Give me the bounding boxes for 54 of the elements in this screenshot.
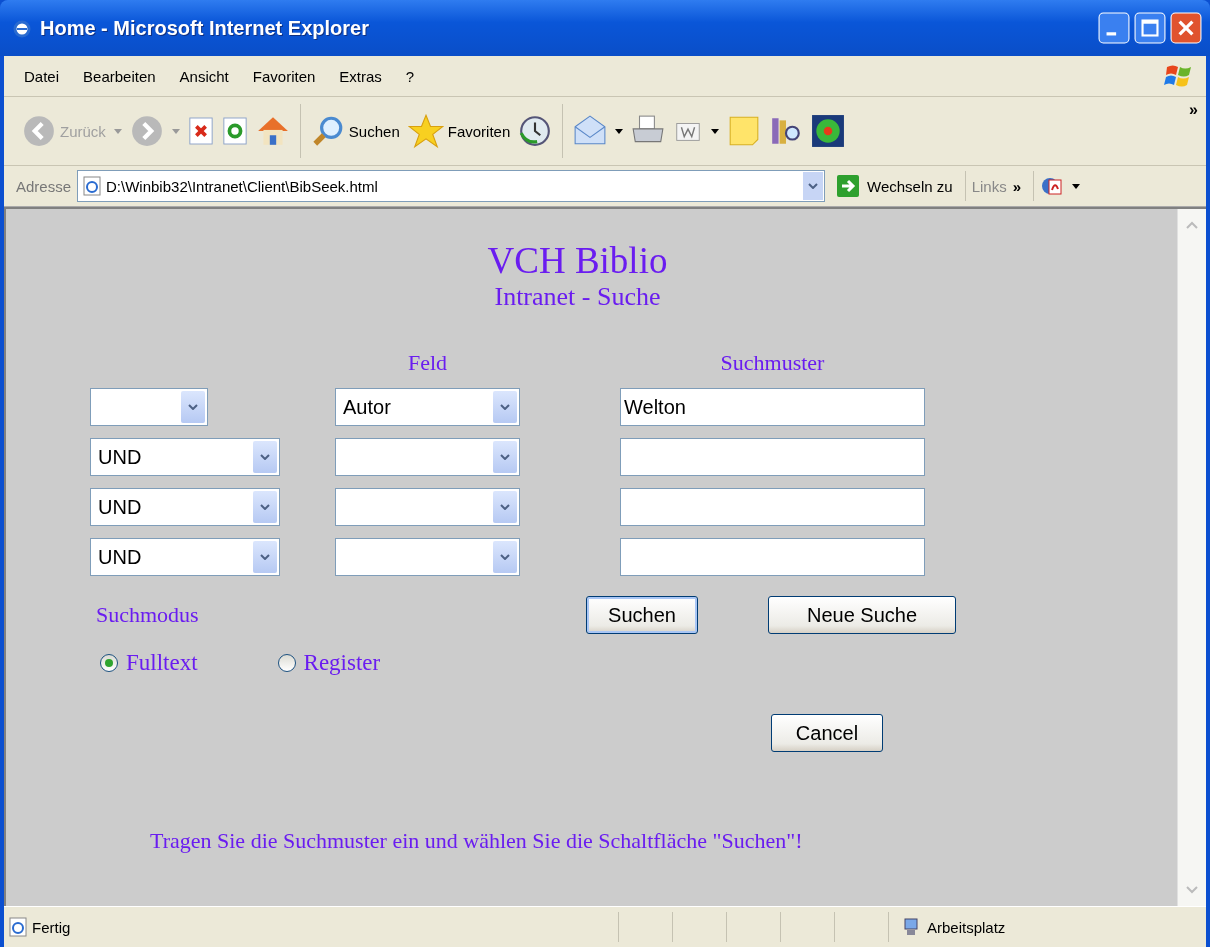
stop-icon[interactable] — [187, 115, 214, 147]
mode-label: Suchmodus — [96, 602, 200, 628]
cancel-button[interactable]: Cancel — [771, 714, 883, 752]
column-header: Suchmuster — [720, 350, 825, 376]
refresh-icon[interactable] — [221, 115, 248, 147]
search-button[interactable]: Suchen — [310, 114, 400, 148]
field-select[interactable] — [335, 488, 520, 526]
dropdown-arrow-icon[interactable] — [615, 128, 624, 134]
menu-item[interactable]: Datei — [24, 67, 60, 85]
history-icon[interactable] — [518, 114, 553, 148]
window-title: Home - Microsoft Internet Explorer — [40, 16, 370, 40]
page-title: VCH Biblio — [486, 239, 669, 282]
address-label: Adresse — [16, 177, 72, 195]
go-button[interactable]: Wechseln zu — [831, 175, 959, 197]
operator-select[interactable]: UND — [90, 538, 280, 576]
links-overflow-chevron[interactable]: » — [1012, 177, 1021, 195]
menu-item[interactable]: Ansicht — [179, 67, 229, 85]
search-submit-button[interactable]: Suchen — [586, 596, 698, 634]
operator-select[interactable]: UND — [90, 438, 280, 476]
pattern-input[interactable] — [620, 438, 925, 476]
new-search-button[interactable]: Neue Suche — [768, 596, 956, 634]
menu-item[interactable]: Extras — [339, 67, 382, 85]
maximize-icon[interactable] — [1134, 12, 1166, 44]
close-icon[interactable] — [1170, 12, 1202, 44]
instruction-text: Tragen Sie die Suchmuster ein und wählen Sie die Schaltfläche "Suchen"! — [150, 828, 804, 854]
status-text: Fertig — [32, 918, 71, 936]
mode-radio[interactable]: Register — [277, 650, 381, 676]
minimize-icon[interactable] — [1098, 12, 1130, 44]
field-select[interactable] — [335, 438, 520, 476]
flower-icon[interactable] — [811, 114, 846, 148]
zone-text: Arbeitsplatz — [927, 918, 1006, 936]
menu-item[interactable]: Favoriten — [252, 67, 316, 85]
mode-radio[interactable]: Fulltext — [100, 650, 198, 676]
pattern-input[interactable]: Welton — [620, 388, 925, 426]
pattern-input[interactable] — [620, 488, 925, 526]
field-select[interactable] — [335, 538, 520, 576]
favorites-button[interactable]: Favoriten — [407, 113, 511, 149]
dropdown-arrow-icon[interactable] — [1072, 183, 1080, 189]
address-field[interactable]: D:\Winbib32\Intranet\Client\BibSeek.html — [77, 170, 826, 202]
pattern-input[interactable] — [620, 538, 925, 576]
page-icon — [8, 917, 28, 937]
page-subtitle: Intranet - Suche — [493, 282, 662, 312]
computer-icon — [901, 917, 921, 937]
dropdown-arrow-icon[interactable] — [711, 128, 720, 134]
browser-icon — [12, 18, 32, 38]
field-select[interactable]: Autor — [335, 388, 520, 426]
column-header: Feld — [407, 350, 448, 376]
menu-item[interactable]: Bearbeiten — [83, 67, 156, 85]
toolbar-overflow-chevron[interactable]: » — [1189, 101, 1198, 119]
operator-select[interactable]: UND — [90, 488, 280, 526]
operator-select[interactable] — [90, 388, 208, 426]
page-icon — [82, 176, 103, 196]
star-icon — [407, 113, 444, 149]
menu-item[interactable]: ? — [405, 67, 415, 85]
